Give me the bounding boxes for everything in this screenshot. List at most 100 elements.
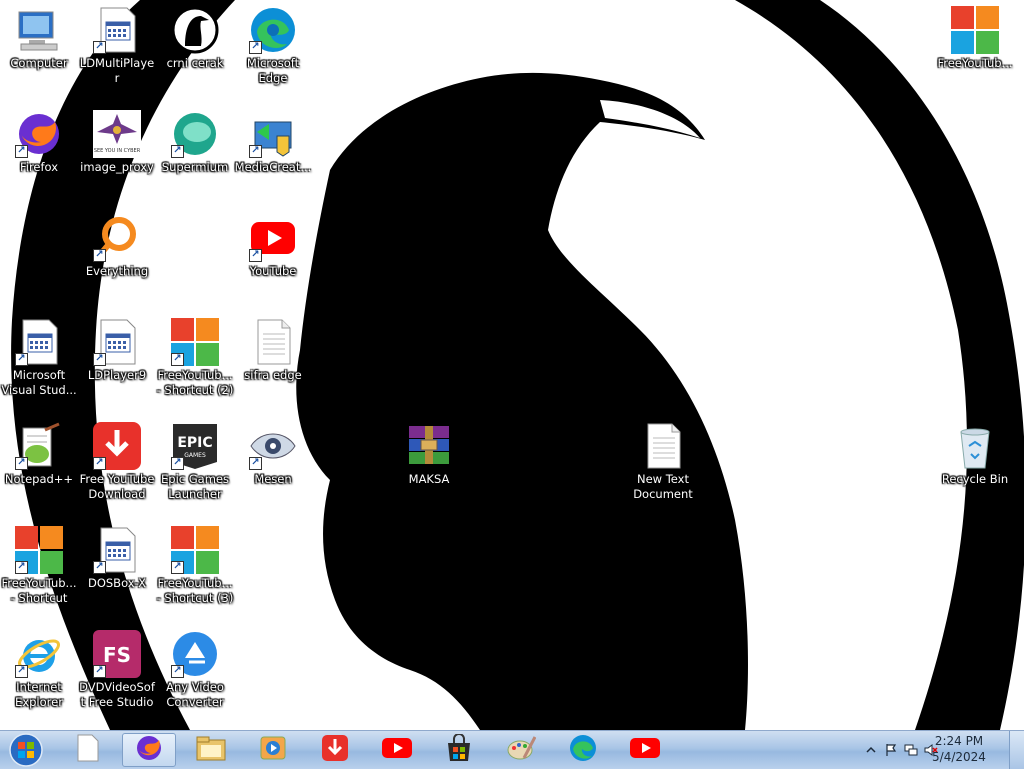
desktop-icon-mesen[interactable]: ↗ Mesen xyxy=(234,416,312,487)
sifra-edge-icon xyxy=(249,318,297,366)
desktop-icon-crni-cerak[interactable]: crni cerak xyxy=(156,0,234,71)
svg-text:EPIC: EPIC xyxy=(177,435,212,451)
desktop-icon-supermium[interactable]: ↗ Supermium xyxy=(156,104,234,175)
desktop-icon-new-text-document[interactable]: New Text Document xyxy=(624,416,702,502)
desktop-icon-label: Computer xyxy=(10,56,68,70)
desktop-icon-everything[interactable]: ↗ Everything xyxy=(78,208,156,279)
media-player-icon xyxy=(259,734,287,766)
edge-icon xyxy=(569,734,597,766)
shortcut-arrow-icon: ↗ xyxy=(15,353,28,366)
desktop-icon-ldmultiplayer[interactable]: ↗ LDMultiPlayer xyxy=(78,0,156,86)
start-button[interactable] xyxy=(4,732,48,768)
desktop-icon-fyt-shortcut-3[interactable]: ↗ FreeYouTub... - Shortcut (3) xyxy=(156,520,234,606)
show-desktop-button[interactable] xyxy=(1009,731,1024,769)
shortcut-arrow-icon: ↗ xyxy=(249,249,262,262)
system-tray: 2:24 PM 5/4/2024 xyxy=(834,731,1024,769)
desktop-icon-label: Epic Games Launcher xyxy=(161,472,229,501)
supermium-icon: ↗ xyxy=(171,110,219,158)
desktop-icon-label: Microsoft Edge xyxy=(246,56,300,85)
desktop-icon-label: LDPlayer9 xyxy=(87,368,147,382)
desktop-icon-label: FreeYouTub... xyxy=(937,56,1013,70)
youtube-icon: ↗ xyxy=(249,214,297,262)
desktop-icon-image-proxy[interactable]: SEE YOU IN CYBER image_proxy xyxy=(78,104,156,175)
desktop-icon-ldplayer9[interactable]: ↗ LDPlayer9 xyxy=(78,312,156,383)
svg-text:FS: FS xyxy=(103,643,131,667)
desktop-icon-youtube[interactable]: ↗ YouTube xyxy=(234,208,312,279)
taskbar-store-button[interactable] xyxy=(432,733,486,767)
shortcut-arrow-icon: ↗ xyxy=(93,353,106,366)
desktop-icon-firefox[interactable]: ↗ Firefox xyxy=(0,104,78,175)
desktop-icon-recycle-bin[interactable]: Recycle Bin xyxy=(936,416,1014,487)
taskbar-blank-document-button[interactable] xyxy=(60,733,114,767)
desktop-icon-maksa[interactable]: MAKSA xyxy=(390,416,468,487)
desktop-icon-sifra-edge[interactable]: sifra edge xyxy=(234,312,312,383)
ldmultiplayer-icon: ↗ xyxy=(93,6,141,54)
image-proxy-icon: SEE YOU IN CYBER xyxy=(93,110,141,158)
desktop-icon-mediacreation[interactable]: ↗ MediaCreat... xyxy=(234,104,312,175)
shortcut-arrow-icon: ↗ xyxy=(93,249,106,262)
desktop-icon-label: MAKSA xyxy=(408,472,450,486)
dosbox-x-icon: ↗ xyxy=(93,526,141,574)
mediacreation-icon: ↗ xyxy=(249,110,297,158)
desktop-icon-label: FreeYouTub... - Shortcut (2) xyxy=(156,368,234,397)
taskbar-edge-button[interactable] xyxy=(556,733,610,767)
shortcut-arrow-icon: ↗ xyxy=(15,665,28,678)
taskbar-free-youtube-download-button[interactable] xyxy=(308,733,362,767)
show-hidden-icons-icon[interactable] xyxy=(864,742,878,756)
clock-time: 2:24 PM xyxy=(934,734,984,748)
taskbar-firefox-button[interactable] xyxy=(122,733,176,767)
action-center-flag-icon[interactable] xyxy=(884,742,898,756)
desktop-icon-epic-games[interactable]: EPIC GAMES ↗ Epic Games Launcher xyxy=(156,416,234,502)
shortcut-arrow-icon: ↗ xyxy=(93,665,106,678)
taskbar-youtube-button[interactable] xyxy=(370,733,424,767)
desktop-icon-computer[interactable]: Computer xyxy=(0,0,78,71)
desktop-icon-label: YouTube xyxy=(249,264,297,278)
desktop-icon-label: Everything xyxy=(85,264,149,278)
store-icon xyxy=(445,733,473,766)
network-icon[interactable] xyxy=(904,742,918,756)
shortcut-arrow-icon: ↗ xyxy=(249,457,262,470)
desktop-icon-dosbox-x[interactable]: ↗ DOSBox-X xyxy=(78,520,156,591)
shortcut-arrow-icon: ↗ xyxy=(15,561,28,574)
desktop-icon-fyt-shortcut[interactable]: ↗ FreeYouTub... - Shortcut xyxy=(0,520,78,606)
fyt-shortcut-icon: ↗ xyxy=(15,526,63,574)
desktop-icon-label: Notepad++ xyxy=(4,472,74,486)
taskbar-media-player-button[interactable] xyxy=(246,733,300,767)
ldplayer9-icon: ↗ xyxy=(93,318,141,366)
taskbar-youtube-button[interactable] xyxy=(618,733,672,767)
shortcut-arrow-icon: ↗ xyxy=(93,457,106,470)
desktop-icon-notepadpp[interactable]: ↗ Notepad++ xyxy=(0,416,78,487)
desktop-icon-label: LDMultiPlayer xyxy=(79,56,155,85)
youtube-icon xyxy=(382,737,412,763)
shortcut-arrow-icon: ↗ xyxy=(171,665,184,678)
shortcut-arrow-icon: ↗ xyxy=(171,145,184,158)
desktop-icon-freeyoutub-top[interactable]: FreeYouTub... xyxy=(936,0,1014,71)
taskbar-paint-button[interactable] xyxy=(494,733,548,767)
desktop-icon-fyt-shortcut-2[interactable]: ↗ FreeYouTub... - Shortcut (2) xyxy=(156,312,234,398)
freeyoutub-top-icon xyxy=(951,6,999,54)
desktop-icon-visual-studio[interactable]: ↗ Microsoft Visual Stud... xyxy=(0,312,78,398)
desktop-icon-label: MediaCreat... xyxy=(234,160,312,174)
desktop-icon-label: New Text Document xyxy=(633,472,693,501)
desktop-icon-any-video-converter[interactable]: ↗ Any Video Converter xyxy=(156,624,234,710)
internet-explorer-icon: ↗ xyxy=(15,630,63,678)
microsoft-edge-icon: ↗ xyxy=(249,6,297,54)
desktop-icon-dvdvideosoft[interactable]: FS ↗ DVDVideoSoft Free Studio xyxy=(78,624,156,710)
shortcut-arrow-icon: ↗ xyxy=(171,457,184,470)
desktop-icon-label: Supermium xyxy=(161,160,229,174)
desktop-icon-label: Mesen xyxy=(254,472,292,486)
desktop-icon-microsoft-edge[interactable]: ↗ Microsoft Edge xyxy=(234,0,312,86)
shortcut-arrow-icon: ↗ xyxy=(93,561,106,574)
desktop-icon-label: Recycle Bin xyxy=(941,472,1009,486)
mesen-icon: ↗ xyxy=(249,422,297,470)
fyt-shortcut-2-icon: ↗ xyxy=(171,318,219,366)
desktop-icon-label: Firefox xyxy=(19,160,59,174)
taskbar-file-explorer-button[interactable] xyxy=(184,733,238,767)
clock[interactable]: 2:24 PM 5/4/2024 xyxy=(924,733,994,765)
crni-cerak-icon xyxy=(171,6,219,54)
desktop-icon-free-youtube-download[interactable]: ↗ Free YouTube Download xyxy=(78,416,156,502)
blank-document-icon xyxy=(74,734,100,766)
shortcut-arrow-icon: ↗ xyxy=(15,145,28,158)
maksa-icon xyxy=(405,422,453,470)
desktop-icon-internet-explorer[interactable]: ↗ Internet Explorer xyxy=(0,624,78,710)
